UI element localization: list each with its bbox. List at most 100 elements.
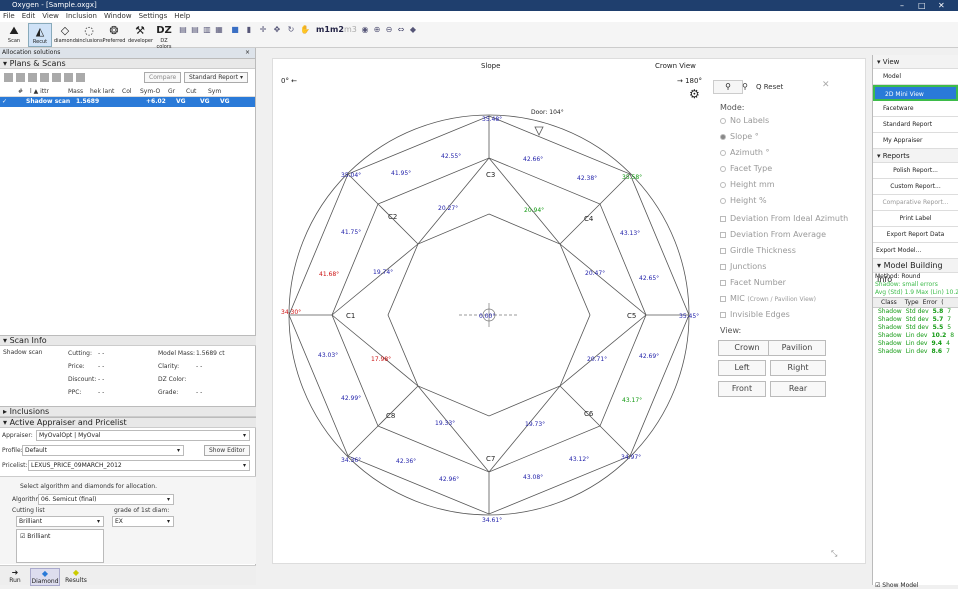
close-icon[interactable]: ✕ (938, 0, 945, 11)
inclusions-button[interactable]: ◌ inclusions (78, 23, 103, 47)
link-icon[interactable]: ⇔ (396, 25, 406, 35)
menu-view[interactable]: View (42, 11, 59, 22)
mode-slope[interactable]: Slope ° (720, 132, 759, 141)
view-item-my-appraiser[interactable]: My Appraiser (873, 133, 958, 149)
recut-button[interactable]: ◭ Recut (28, 23, 52, 47)
algorithm-select[interactable]: 06. Semicut (final) ▾ (38, 494, 174, 505)
dz-colors-button[interactable]: DZ DZ colors (154, 23, 174, 50)
compare-button[interactable]: Compare (144, 72, 182, 83)
plans-scans-header[interactable]: ▾ Plans & Scans (0, 58, 255, 69)
show-model-checkbox[interactable]: ☑ Show Model (875, 582, 918, 589)
angle-label: 41.75° (341, 229, 361, 236)
menu-edit[interactable]: Edit (22, 11, 36, 22)
menu-file[interactable]: File (3, 11, 15, 22)
reports-section-header[interactable]: ▾ Reports (873, 149, 958, 163)
mode-azimuth[interactable]: Azimuth ° (720, 148, 770, 157)
developer-button[interactable]: ⚒ developer (128, 23, 153, 47)
view-section-header[interactable]: ▾ View (873, 55, 958, 69)
check-facet-number[interactable]: Facet Number (720, 278, 786, 287)
menu-inclusion[interactable]: Inclusion (66, 11, 97, 22)
developer-icon: ⚒ (135, 24, 145, 37)
grade-select[interactable]: EX ▾ (112, 516, 174, 527)
check-girdle-thickness[interactable]: Girdle Thickness (720, 246, 796, 255)
facet-label: C3 (486, 171, 495, 179)
appraiser-header[interactable]: ▾ Active Appraiser and Pricelist (0, 417, 256, 428)
mode-height-pct[interactable]: Height % (720, 196, 767, 205)
move-icon[interactable]: ✥ (272, 25, 282, 35)
view-item-2d-mini-view[interactable]: 2D Mini View (873, 85, 958, 101)
menu-settings[interactable]: Settings (139, 11, 168, 22)
polish-report-button[interactable]: Polish Report... (873, 163, 958, 179)
mode-facet-type[interactable]: Facet Type (720, 164, 772, 173)
panel-icon[interactable]: ■ (230, 25, 240, 35)
comparative-report-button[interactable]: Comparative Report... (873, 195, 958, 211)
check-junctions[interactable]: Junctions (720, 262, 766, 271)
rear-button[interactable]: Rear (770, 381, 826, 397)
inclusions-header[interactable]: ▸ Inclusions (0, 406, 256, 417)
mode-height-mm[interactable]: Height mm (720, 180, 775, 189)
export-report-data-button[interactable]: Export Report Data (873, 227, 958, 243)
crosshair-icon[interactable]: ✛ (258, 25, 268, 35)
layout3-icon[interactable]: ▥ (202, 25, 212, 35)
m3-button[interactable]: m3 (344, 25, 357, 35)
diamond-small-icon[interactable]: ◆ (408, 25, 418, 35)
tab-diamond[interactable]: ◆ Diamond (30, 568, 60, 586)
left-button[interactable]: Left (718, 360, 766, 376)
minimize-icon[interactable]: – (900, 0, 904, 11)
angle-label: 35.04° (341, 172, 361, 179)
layout2-icon[interactable]: ▤ (190, 25, 200, 35)
mode-no-labels[interactable]: No Labels (720, 116, 769, 125)
pavilion-button[interactable]: Pavilion (768, 340, 826, 356)
table-row[interactable]: ✓ Shadow scan 1.5689 +6.02 VG VG VG (0, 97, 255, 107)
report-select[interactable]: Standard Report ▾ (184, 72, 248, 83)
scan-button[interactable]: ⛰ Scan (2, 23, 26, 47)
m1-button[interactable]: m1 (316, 25, 330, 35)
right-button[interactable]: Right (770, 360, 826, 376)
scan-info-header[interactable]: ▾ Scan Info (0, 335, 256, 346)
profile-select[interactable]: Default ▾ (22, 445, 184, 456)
diamond-icon: ◆ (41, 569, 49, 578)
tab-results[interactable]: ◆ Results (64, 568, 88, 584)
menu-help[interactable]: Help (174, 11, 190, 22)
close-icon[interactable]: ✕ (822, 80, 830, 90)
print-label-button[interactable]: Print Label (873, 211, 958, 227)
zoom-in-icon[interactable]: ⊕ (372, 25, 382, 35)
check-mic[interactable]: MIC (Crown / Pavilion View) (720, 294, 816, 303)
zoom-out-button[interactable]: ⚲ (738, 80, 752, 94)
reset-button[interactable]: Q Reset (756, 80, 798, 94)
show-editor-button[interactable]: Show Editor (204, 445, 250, 456)
view-item-standard-report[interactable]: Standard Report (873, 117, 958, 133)
pick-icon[interactable]: ✋ (300, 25, 310, 35)
eye-icon[interactable]: ◉ (360, 25, 370, 35)
custom-report-button[interactable]: Custom Report... (873, 179, 958, 195)
view-item-facetware[interactable]: Facetware (873, 101, 958, 117)
m2-button[interactable]: m2 (330, 25, 344, 35)
tab-run[interactable]: ➜ Run (6, 568, 24, 584)
front-button[interactable]: Front (718, 381, 766, 397)
appraiser-select[interactable]: MyOvalOpt | MyOval ▾ (36, 430, 250, 441)
export-model-button[interactable]: Export Model... (873, 243, 958, 259)
mbi-header[interactable]: ▾ Model Building Info (873, 259, 958, 284)
rotate-icon[interactable]: ↻ (286, 25, 296, 35)
facet-label: C6 (584, 410, 594, 418)
check-deviation-ideal[interactable]: Deviation From Ideal Azimuth (720, 214, 848, 223)
menu-window[interactable]: Window (104, 11, 132, 22)
check-invisible-edges[interactable]: Invisible Edges (720, 310, 790, 319)
view-title: View: (720, 326, 742, 335)
cutting-list-select[interactable]: Brilliant ▾ (16, 516, 104, 527)
close-panel-icon[interactable]: × (245, 48, 250, 58)
preferred-button[interactable]: ❂ Preferred (102, 23, 126, 47)
layout4-icon[interactable]: ▦ (214, 25, 224, 35)
zoom-out-icon[interactable]: ⊖ (384, 25, 394, 35)
maximize-icon[interactable]: □ (918, 0, 926, 11)
pricelist-select[interactable]: LEXUS_PRICE_09MARCH_2012 ▾ (28, 460, 250, 471)
diamonds-button[interactable]: ◇ diamonds (54, 23, 79, 47)
chevron-down-icon: ▾ (166, 496, 170, 503)
row-check[interactable]: ✓ (0, 97, 10, 107)
check-deviation-average[interactable]: Deviation From Average (720, 230, 826, 239)
bar-icon[interactable]: ▮ (244, 25, 254, 35)
brilliant-checkbox[interactable]: ☑ Brilliant (20, 533, 50, 540)
layout1-icon[interactable]: ▤ (178, 25, 188, 35)
view-item-model[interactable]: Model (873, 69, 958, 85)
left-panel: Allocation solutions × ▾ Plans & Scans Co… (0, 48, 256, 586)
